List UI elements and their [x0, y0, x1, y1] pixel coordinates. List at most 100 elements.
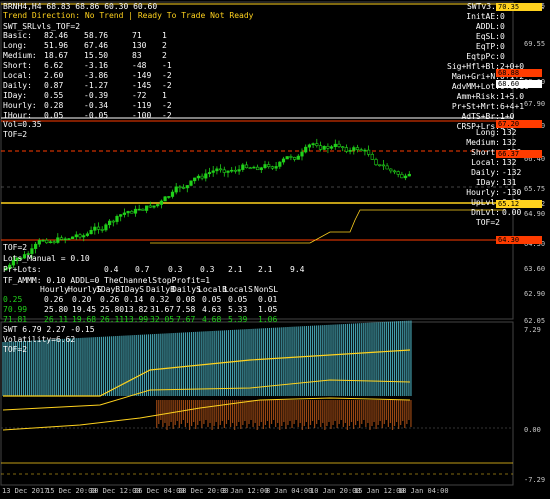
candle-body — [82, 235, 86, 238]
setting-value: 0 — [500, 42, 505, 51]
candle-body — [219, 168, 223, 171]
candle-body — [193, 177, 197, 182]
table-cell-b: -1.27 — [84, 81, 109, 90]
table-cell: 19.68 — [72, 315, 97, 324]
candle-body — [93, 226, 97, 231]
candle-body — [252, 166, 256, 169]
table-cell-d: -2 — [162, 111, 172, 120]
table-cell: 0.20 — [72, 295, 92, 304]
candle-body — [333, 143, 337, 148]
price-badge: 68.88 — [496, 69, 542, 77]
price-tick: 69.55 — [524, 40, 546, 48]
table-cell-a: 82.46 — [44, 31, 69, 40]
setting-label: AdvMM+Lot: — [451, 82, 500, 91]
candle-body — [200, 175, 204, 179]
table-cell: 0.25 — [3, 295, 23, 304]
setting-label: EqtpPc: — [466, 52, 500, 61]
table-cell-d: -2 — [162, 81, 172, 90]
candle-body — [318, 145, 323, 150]
table-cell: 0.08 — [176, 295, 196, 304]
table-cell-c: -119 — [132, 101, 152, 110]
table-cell-b: -3.86 — [84, 71, 109, 80]
table-cell-c: -145 — [132, 81, 152, 90]
candle-body — [307, 144, 312, 148]
table-cell: 0.26 — [100, 295, 120, 304]
candle-body — [337, 143, 341, 147]
setting-label: EqSL: — [475, 32, 500, 41]
candle-body — [259, 167, 263, 171]
vol-label: Vol=0.35 — [3, 120, 42, 129]
candle-body — [226, 170, 230, 173]
candle-body — [385, 165, 389, 170]
table-cell: 0.05 — [228, 295, 248, 304]
stat-label: Local: — [471, 158, 500, 167]
candle-body — [67, 238, 71, 240]
tof-label: TOF=2 — [3, 130, 28, 139]
candle-body — [178, 186, 182, 189]
price-badge: 67.20 — [496, 120, 542, 128]
candle-body — [296, 155, 300, 160]
table-cell-c: 130 — [132, 41, 147, 50]
osc-axis-top: 7.29 — [524, 326, 541, 334]
candle-body — [111, 220, 115, 223]
setting-label: AdTS+Br: — [461, 112, 500, 121]
candle-body — [263, 164, 267, 169]
candle-body — [37, 239, 41, 245]
table-cell-a: 0.87 — [44, 81, 64, 90]
stat-label: Long: — [475, 128, 500, 137]
table-cell-d: 2 — [162, 51, 167, 60]
candle-body — [141, 208, 145, 211]
price-badge: 68.60 — [496, 80, 542, 88]
stat-value: -130 — [502, 188, 522, 197]
candle-body — [326, 146, 330, 149]
candle-body — [363, 149, 367, 152]
candle-body — [130, 211, 134, 214]
stat-value: 131 — [502, 178, 517, 187]
stat-label: IDay: — [475, 178, 500, 187]
table-cell: 32.05 — [150, 315, 175, 324]
candle-body — [407, 173, 411, 177]
candle-body — [348, 150, 352, 152]
setting-label: Amm+Risk: — [456, 92, 500, 101]
price-tick: 65.75 — [524, 185, 546, 193]
table-cell: 5.33 — [228, 305, 248, 314]
table-cell-a: 0.28 — [44, 101, 64, 110]
table-cell-c: -48 — [132, 61, 147, 70]
table-row-label: Hourly: — [3, 101, 37, 110]
candle-body — [322, 146, 326, 150]
price-tick: 67.90 — [524, 100, 546, 108]
candle-body — [211, 170, 215, 173]
candle-body — [104, 224, 108, 231]
price-badge: 70.35 — [496, 3, 542, 11]
candle-body — [392, 170, 397, 173]
table-cell: 31.67 — [150, 305, 175, 314]
volatility-label: Volatility=6.62 — [3, 335, 76, 344]
candle-body — [248, 167, 252, 170]
candle-body — [167, 196, 171, 198]
setting-value: 1+5.0 — [500, 92, 525, 101]
table-cell-b: 58.76 — [84, 31, 109, 40]
candle-body — [71, 236, 75, 239]
candle-body — [122, 212, 126, 215]
table-cell: 25.80 — [44, 305, 69, 314]
table-header: IDayS — [120, 285, 145, 294]
setting-value: 6+4+1 — [500, 102, 525, 111]
setting-value: 0 — [500, 12, 505, 21]
table-cell-d: -1 — [162, 61, 172, 70]
table-header: IDayB — [96, 285, 121, 294]
table-cell-d: 1 — [162, 31, 167, 40]
setting-value: 0 — [500, 32, 505, 41]
table-cell: 26.11 — [44, 315, 69, 324]
candle-body — [355, 147, 360, 150]
table-cell-c: -149 — [132, 71, 152, 80]
stat-label: DnLvl: — [471, 208, 500, 217]
lots-manual: Lots_Manual = 0.10 — [3, 254, 90, 263]
candle-body — [230, 169, 234, 172]
setting-label: Sig+Hfl+Bl: — [447, 62, 500, 71]
lower-tof: TOF=2 — [3, 243, 28, 252]
candle-body — [244, 164, 249, 169]
candle-body — [215, 168, 219, 172]
table-cell-b: -0.34 — [84, 101, 109, 110]
candle-body — [30, 248, 34, 254]
table-row-label: Local: — [3, 71, 32, 80]
